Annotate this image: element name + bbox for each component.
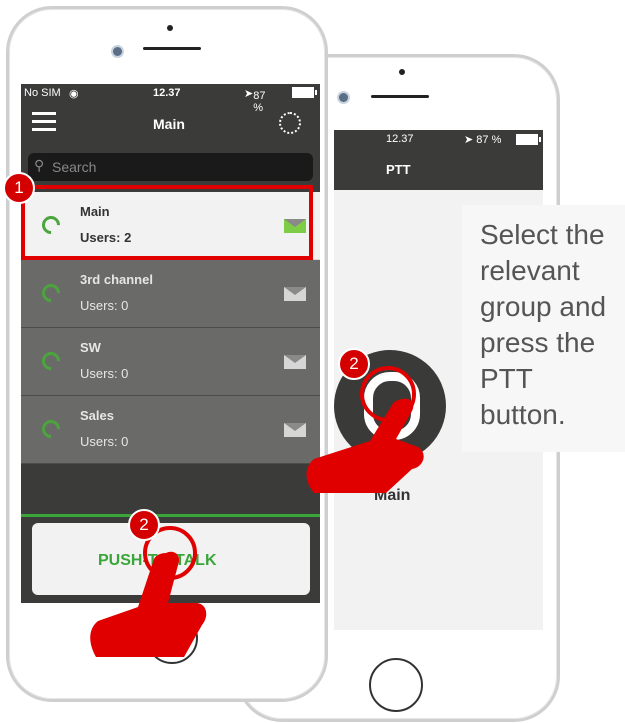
back-phone-camera <box>339 93 348 102</box>
back-phone-battery-label: ➤ 87 % <box>464 134 502 146</box>
back-phone-battery-icon <box>516 134 541 145</box>
search-placeholder: Search <box>52 159 97 175</box>
channel-name: 3rd channel <box>80 272 153 287</box>
message-icon[interactable] <box>284 355 306 369</box>
front-phone-time: 12.37 <box>153 87 181 99</box>
channel-status-icon <box>38 280 64 306</box>
front-phone-camera <box>113 47 122 56</box>
channel-name: Sales <box>80 408 114 423</box>
back-phone-title: PTT <box>386 162 411 177</box>
front-phone-battery-label: ➤ 87 % <box>244 88 266 114</box>
instruction-callout: Select the relevant group and press the … <box>462 205 625 452</box>
selection-highlight <box>21 185 313 260</box>
step-badge-2-back: 2 <box>338 348 370 380</box>
front-phone-battery-icon <box>292 87 317 98</box>
step-badge-2-front: 2 <box>128 509 160 541</box>
pointing-hand-icon <box>90 551 207 657</box>
front-phone-sensor <box>167 25 173 31</box>
pointing-hand-icon <box>306 398 424 493</box>
front-phone-title: Main <box>153 116 185 132</box>
carrier-label: No SIM <box>24 87 61 99</box>
wifi-icon: ◉ <box>69 88 79 100</box>
channel-row-3rd-channel[interactable]: 3rd channel Users: 0 <box>21 260 320 328</box>
channel-users: Users: 0 <box>80 298 129 313</box>
channel-users: Users: 0 <box>80 366 129 381</box>
channel-status-icon <box>38 348 64 374</box>
front-phone-speaker <box>143 47 201 50</box>
menu-icon[interactable] <box>32 112 56 132</box>
back-phone-sensor <box>399 69 405 75</box>
front-phone-status-bar: No SIM ◉ 12.37 ➤ 87 % <box>21 84 320 114</box>
back-phone-speaker <box>371 95 429 98</box>
search-field[interactable]: ⚲ Search <box>28 153 313 181</box>
refresh-icon[interactable] <box>279 112 301 134</box>
channel-row-sw[interactable]: SW Users: 0 <box>21 328 320 396</box>
back-phone-time: 12.37 <box>386 133 414 145</box>
channel-row-sales[interactable]: Sales Users: 0 <box>21 396 320 464</box>
search-icon: ⚲ <box>34 157 45 173</box>
channel-name: SW <box>80 340 101 355</box>
back-phone-topbar: 12.37 ➤ 87 % PTT <box>334 130 543 190</box>
back-phone-home-button[interactable] <box>369 658 423 712</box>
step-badge-1: 1 <box>3 172 35 204</box>
message-icon[interactable] <box>284 287 306 301</box>
instruction-text: Select the relevant group and press the … <box>480 219 607 430</box>
channel-status-icon <box>38 416 64 442</box>
channel-users: Users: 0 <box>80 434 129 449</box>
